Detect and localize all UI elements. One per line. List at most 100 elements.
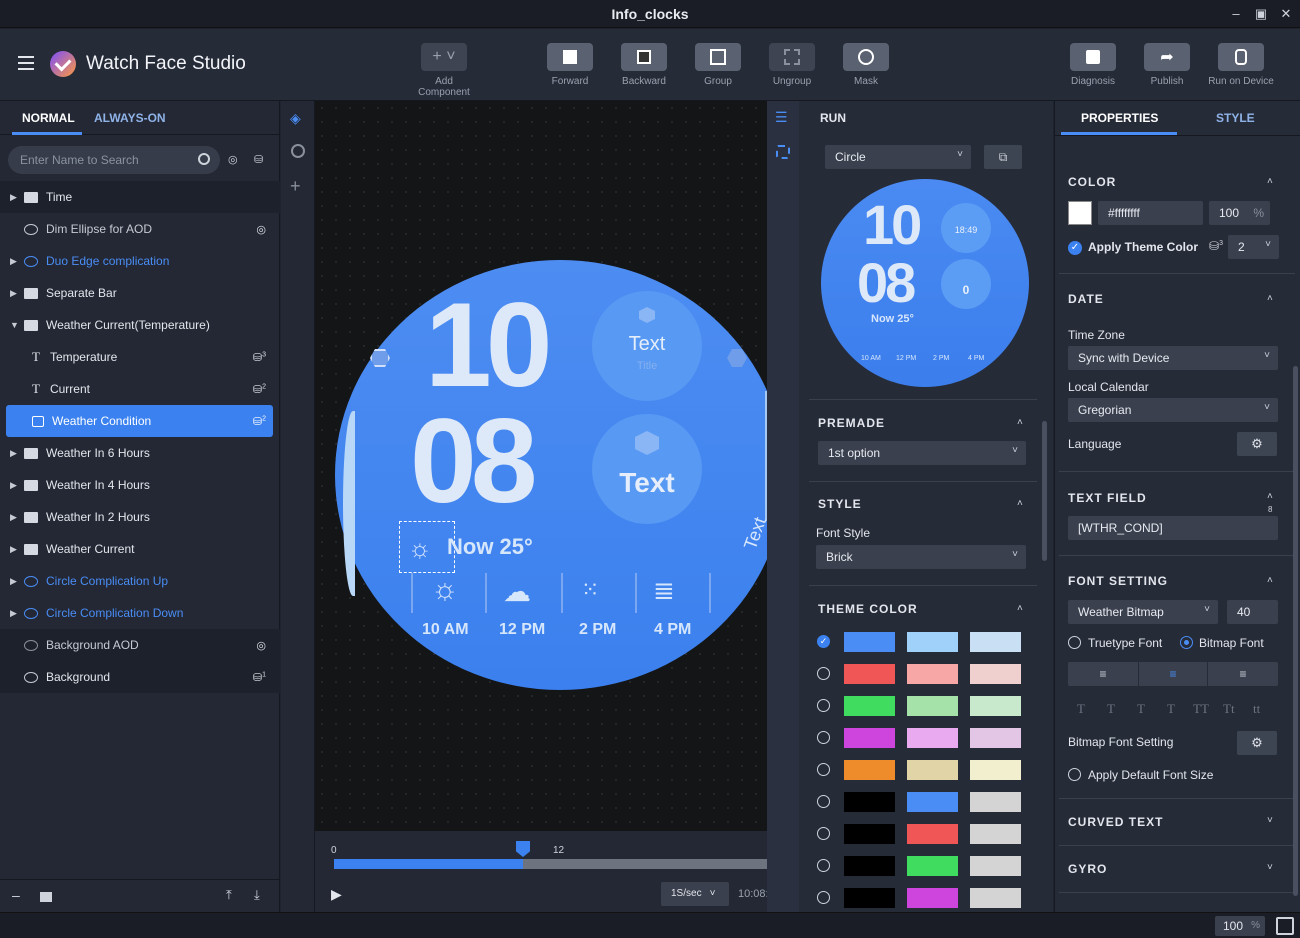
time-zone-dropdown[interactable]: Sync with Device ˅ [1068,346,1278,370]
font-size-input[interactable]: 40 [1227,600,1278,624]
layers-icon[interactable]: ◈ [290,110,306,126]
sliders-icon[interactable]: ☰ [775,109,788,126]
radio-truetype[interactable] [1068,636,1081,649]
theme-index-dropdown[interactable]: 2 ˅ [1228,235,1279,259]
add-component-button[interactable]: + ˅ Add Component [414,43,474,98]
expand-icon[interactable]: ▶ [10,256,20,267]
theme-color-swatch[interactable] [970,632,1021,652]
external-window-icon[interactable]: ⧉ [984,145,1022,169]
layer-item[interactable]: ▶ Circle Complication Down [0,597,280,629]
theme-color-swatch[interactable] [907,824,958,844]
gyro-title[interactable]: GYRO [1068,862,1107,876]
fit-screen-icon[interactable] [1276,917,1294,935]
theme-color-swatch[interactable] [844,632,895,652]
complication-top[interactable]: Text Title [592,291,702,401]
layer-item[interactable]: Background ⛁1 [0,661,280,693]
layer-item-selected[interactable]: Weather Condition ⛁2 [0,405,280,437]
tab-style[interactable]: STYLE [1216,111,1255,125]
case-icon[interactable]: T [1077,701,1085,717]
clock-icon[interactable] [291,144,305,158]
paint-bucket-icon[interactable]: ⛁ [254,153,263,166]
theme-color-swatch[interactable] [907,792,958,812]
minimize-icon[interactable]: – [1228,6,1244,22]
expand-icon[interactable]: ▶ [10,288,20,299]
scrollbar[interactable] [1042,421,1047,561]
theme-radio[interactable] [817,795,830,808]
minute-digits[interactable]: 08 [410,401,538,521]
theme-color-swatch[interactable] [907,696,958,716]
layer-search-input[interactable]: Enter Name to Search [8,146,220,174]
layer-item[interactable]: ▶ Duo Edge complication [0,245,280,277]
theme-color-swatch[interactable] [970,824,1021,844]
case-icon[interactable]: Tt [1223,701,1235,717]
watch-canvas[interactable]: 10 08 Text Title Text ☼ Now 25° Text ☼ ☁… [315,101,785,831]
close-icon[interactable]: ✕ [1278,6,1294,22]
tab-always-on[interactable]: ALWAYS-ON [94,111,166,125]
theme-color-swatch[interactable] [844,760,895,780]
align-left-icon[interactable]: ≡ [1068,662,1138,686]
theme-color-swatch[interactable] [844,696,895,716]
theme-radio[interactable] [817,667,830,680]
move-bottom-icon[interactable]: ⤓ [254,887,260,903]
align-center-icon[interactable]: ≡ [1138,662,1208,686]
theme-color-swatch[interactable] [844,824,895,844]
chevron-up-icon[interactable]: ˄ [1267,293,1273,304]
theme-color-swatch[interactable] [907,728,958,748]
mask-button[interactable]: Mask [836,43,896,87]
theme-color-swatch[interactable] [970,856,1021,876]
tab-normal[interactable]: NORMAL [22,111,75,125]
chevron-up-icon[interactable]: ˄ [1267,491,1273,502]
chevron-up-icon[interactable]: ˄ [1017,603,1023,614]
case-icon[interactable]: T [1137,701,1145,717]
expand-icon[interactable]: ▶ [10,512,20,523]
premade-dropdown[interactable]: 1st option ˅ [818,441,1026,465]
theme-color-swatch[interactable] [970,888,1021,908]
case-icon[interactable]: TT [1193,701,1209,717]
tab-properties[interactable]: PROPERTIES [1081,111,1158,125]
theme-radio[interactable] [817,891,830,904]
align-right-icon[interactable]: ≡ [1208,662,1278,686]
theme-radio[interactable] [817,763,830,776]
theme-radio[interactable] [817,859,830,872]
theme-color-swatch[interactable] [970,728,1021,748]
menu-icon[interactable] [18,56,34,70]
eye-off-icon[interactable]: ◎ [228,153,238,166]
play-icon[interactable]: ▶ [331,886,342,903]
layer-item[interactable]: ▶ Circle Complication Up [0,565,280,597]
speed-dropdown[interactable]: 1S/sec ˅ [661,882,729,906]
shape-dropdown[interactable]: Circle ˅ [825,145,971,169]
layer-item[interactable]: ▶ Weather In 4 Hours [0,469,280,501]
diagnosis-button[interactable]: Diagnosis [1063,43,1123,87]
layer-item[interactable]: ▶ Weather In 6 Hours [0,437,280,469]
chevron-up-icon[interactable]: ˄ [1017,417,1023,428]
fit-screen-icon[interactable] [776,145,790,159]
text-field-input[interactable]: [WTHR_COND] [1068,516,1278,540]
theme-radio[interactable] [817,699,830,712]
color-swatch[interactable] [1068,201,1092,225]
chevron-down-icon[interactable]: ˅ [1267,815,1273,826]
expand-icon[interactable]: ▶ [10,480,20,491]
plus-icon[interactable]: + [290,176,301,197]
theme-color-swatch[interactable] [970,792,1021,812]
layer-item[interactable]: T Temperature ⛁3 [0,341,280,373]
search-icon[interactable] [198,153,210,165]
move-top-icon[interactable]: ⤒ [226,887,232,903]
zoom-input[interactable]: 100% [1215,916,1265,936]
font-name-dropdown[interactable]: Weather Bitmap ˅ [1068,600,1218,624]
layer-item[interactable]: ▶ Weather In 2 Hours [0,501,280,533]
collapse-icon[interactable]: ▼ [10,320,20,330]
group-button[interactable]: Group [688,43,748,87]
remove-icon[interactable]: – [12,887,20,903]
theme-color-swatch[interactable] [844,792,895,812]
layer-item[interactable]: T Current ⛁2 [0,373,280,405]
backward-button[interactable]: Backward [614,43,674,87]
theme-color-swatch[interactable] [970,664,1021,684]
publish-button[interactable]: ➦ Publish [1137,43,1197,87]
case-icon[interactable]: T [1107,701,1115,717]
theme-color-swatch[interactable] [907,664,958,684]
theme-color-swatch[interactable] [907,632,958,652]
calendar-dropdown[interactable]: Gregorian ˅ [1068,398,1278,422]
chevron-up-icon[interactable]: ˄ [1267,575,1273,586]
bitmap-gear-icon[interactable]: ⚙ [1237,731,1277,755]
expand-icon[interactable]: ▶ [10,576,20,587]
